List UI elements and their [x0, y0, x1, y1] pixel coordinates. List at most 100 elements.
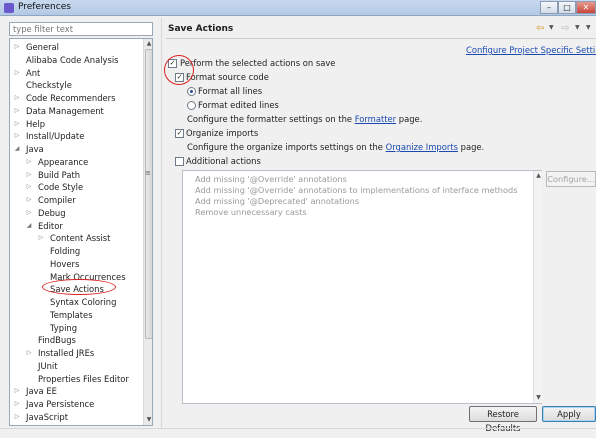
organize-imports-checkbox[interactable]: ✓ — [175, 129, 184, 138]
minimize-button[interactable]: – — [540, 1, 558, 14]
collapsed-twisty-icon[interactable]: ▷ — [25, 156, 33, 168]
perform-on-save-label: Perform the selected actions on save — [180, 58, 336, 68]
panel-separator — [161, 18, 162, 428]
collapsed-twisty-icon[interactable]: ▷ — [13, 411, 21, 423]
scroll-up-arrow-icon[interactable]: ▲ — [144, 39, 152, 49]
tree-item-label: Templates — [50, 309, 93, 320]
maximize-button[interactable]: □ — [558, 1, 576, 14]
format-source-label: Format source code — [186, 72, 269, 82]
back-arrow-icon[interactable]: ⇦ — [536, 23, 544, 34]
tree-item-label: Typing — [50, 322, 78, 333]
additional-action-item: Add missing '@Override' annotations — [195, 174, 347, 184]
tree-item-label: Install/Update — [26, 131, 85, 142]
additional-action-item: Add missing '@Deprecated' annotations — [195, 196, 360, 206]
additional-action-item: Add missing '@Override' annotations to i… — [195, 185, 518, 195]
close-button[interactable]: ✕ — [576, 1, 596, 14]
expanded-twisty-icon[interactable]: ◢ — [25, 220, 33, 232]
tree-item-label: Java — [26, 144, 44, 154]
bottom-divider — [0, 428, 596, 429]
tree-item-label: Checkstyle — [26, 80, 72, 91]
title-divider — [166, 38, 596, 39]
scroll-grip-icon: ≡ — [145, 169, 151, 177]
tree-item-label: Help — [26, 118, 46, 129]
tree-item-label: Data Management — [26, 105, 104, 116]
tree-item-label: Content Assist — [50, 233, 111, 244]
collapsed-twisty-icon[interactable]: ▷ — [13, 385, 21, 397]
collapsed-twisty-icon[interactable]: ▷ — [13, 130, 21, 142]
additional-actions-checkbox[interactable] — [175, 157, 184, 166]
tree-item-label: Alibaba Code Analysis — [26, 54, 119, 65]
tree-item-label: Installed JREs — [38, 348, 95, 358]
tree-item-label: Editor — [38, 220, 63, 231]
collapsed-twisty-icon[interactable]: ▷ — [13, 398, 21, 410]
tree-item-label: FindBugs — [38, 335, 76, 346]
additional-actions-label: Additional actions — [186, 156, 261, 166]
collapsed-twisty-icon[interactable]: ▷ — [25, 207, 33, 219]
tree-item-label: Compiler — [38, 195, 76, 205]
tree-scrollbar[interactable]: ▲ ≡ ▼ — [143, 39, 152, 425]
organize-note-text: Configure the organize imports settings … — [187, 142, 386, 152]
restore-defaults-button[interactable]: Restore Defaults — [469, 406, 537, 433]
list-scrollbar[interactable]: ▲ ▼ — [533, 171, 542, 403]
organize-imports-link[interactable]: Organize Imports — [386, 142, 458, 152]
collapsed-twisty-icon[interactable]: ▷ — [13, 67, 21, 79]
highlight-circle-save-actions — [42, 279, 116, 295]
additional-action-item: Remove unnecessary casts — [195, 207, 307, 217]
scroll-down-arrow-icon[interactable]: ▼ — [144, 415, 152, 425]
collapsed-twisty-icon[interactable]: ▷ — [13, 118, 21, 130]
tree-item-label: Maven — [26, 424, 54, 426]
page-title: Save Actions — [168, 24, 234, 34]
collapsed-twisty-icon[interactable]: ▷ — [25, 347, 33, 359]
format-edited-lines-radio[interactable] — [187, 101, 196, 110]
tree-item-label: Debug — [38, 207, 66, 218]
window-title: Preferences — [18, 2, 71, 12]
eclipse-app-icon — [4, 3, 14, 13]
organize-imports-note: Configure the organize imports settings … — [187, 142, 484, 153]
tree-item-label: Build Path — [38, 169, 81, 180]
window-titlebar: Preferences – □ ✕ — [0, 0, 596, 16]
tree-item-label: Appearance — [38, 156, 89, 167]
list-scroll-up-icon[interactable]: ▲ — [534, 171, 543, 181]
organize-imports-label: Organize imports — [186, 128, 259, 138]
back-dropdown-icon[interactable]: ▼ — [549, 24, 554, 31]
tree-item-label: Java EE — [26, 386, 57, 397]
collapsed-twisty-icon[interactable]: ▷ — [25, 194, 33, 206]
configure-button[interactable]: Configure... — [546, 171, 596, 187]
tree-item-label: Hovers — [50, 258, 80, 269]
collapsed-twisty-icon[interactable]: ▷ — [25, 181, 33, 193]
tree-item-label: JUnit — [38, 360, 58, 371]
collapsed-twisty-icon[interactable]: ▷ — [13, 92, 21, 104]
organize-note-suffix: page. — [457, 142, 485, 152]
formatter-note: Configure the formatter settings on the … — [187, 114, 422, 125]
formatter-note-text: Configure the formatter settings on the — [187, 114, 355, 124]
formatter-link[interactable]: Formatter — [355, 114, 396, 124]
preferences-tree[interactable]: ▲ ≡ ▼ ▷ General Alibaba Code Analysis ▷ Ant C… — [9, 38, 153, 426]
collapsed-twisty-icon[interactable]: ▷ — [13, 424, 21, 426]
apply-button[interactable]: Apply — [542, 406, 596, 422]
tree-item-label: Code Recommenders — [26, 93, 116, 103]
configure-project-settings-link[interactable]: Configure Project Specific Settings... — [466, 45, 596, 55]
highlight-circle-checkboxes — [164, 55, 194, 85]
tree-item-label: Java Persistence — [26, 399, 95, 409]
list-scroll-down-icon[interactable]: ▼ — [534, 393, 543, 403]
additional-actions-list[interactable]: ▲ ▼ Add missing '@Override' annotations A… — [182, 170, 542, 404]
forward-arrow-icon[interactable]: ⇨ — [561, 23, 569, 34]
collapsed-twisty-icon[interactable]: ▷ — [13, 105, 21, 117]
collapsed-twisty-icon[interactable]: ▷ — [13, 41, 21, 53]
tree-scroll-thumb[interactable] — [145, 49, 152, 339]
tree-item-label: Code Style — [38, 182, 84, 193]
tree-item-label: Ant — [26, 67, 41, 78]
format-all-lines-label: Format all lines — [198, 86, 263, 96]
filter-input[interactable] — [9, 22, 153, 36]
tree-item-label: JavaScript — [26, 411, 68, 422]
format-all-lines-radio[interactable] — [187, 87, 196, 96]
formatter-note-suffix: page. — [396, 114, 423, 124]
tree-item-label: Folding — [50, 246, 81, 256]
format-edited-lines-label: Format edited lines — [198, 100, 279, 110]
collapsed-twisty-icon[interactable]: ▷ — [37, 232, 45, 244]
view-menu-icon[interactable]: ▼ — [586, 24, 591, 31]
forward-dropdown-icon[interactable]: ▼ — [575, 24, 580, 31]
tree-item-label: Properties Files Editor — [38, 373, 129, 384]
collapsed-twisty-icon[interactable]: ▷ — [25, 169, 33, 181]
expanded-twisty-icon[interactable]: ◢ — [13, 143, 21, 155]
